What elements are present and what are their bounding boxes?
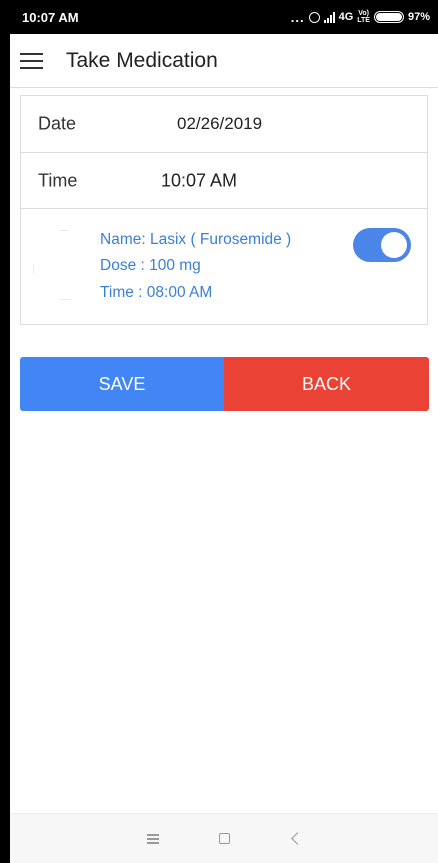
- status-icons: ... 4G Vo) LTE 97%: [291, 10, 430, 25]
- alarm-icon: [308, 11, 320, 23]
- taken-toggle[interactable]: [353, 228, 411, 262]
- back-icon[interactable]: [283, 826, 309, 852]
- battery-icon: [373, 11, 404, 23]
- time-row[interactable]: Time 10:07 AM: [21, 153, 427, 209]
- signal-icon: [323, 11, 335, 23]
- app-bar: Take Medication: [10, 34, 438, 88]
- volte-top: Vo): [358, 10, 369, 17]
- toggle-knob: [381, 232, 407, 258]
- network-type: 4G: [338, 11, 354, 23]
- battery-percent: 97%: [407, 11, 430, 23]
- phone-screen: 10:07 AM ... 4G Vo) LTE 97% Take Medicat…: [10, 0, 438, 863]
- status-time: 10:07 AM: [22, 9, 79, 25]
- back-button[interactable]: BACK: [224, 357, 429, 411]
- home-icon[interactable]: [212, 826, 238, 852]
- date-label: Date: [38, 113, 77, 134]
- time-value[interactable]: 10:07 AM: [161, 170, 237, 191]
- medication-item: Name: Lasix ( Furosemide ) Dose : 100 mg…: [21, 209, 427, 324]
- notification-dots-icon: ...: [290, 9, 305, 25]
- time-label: Time: [38, 170, 78, 190]
- status-bar: 10:07 AM ... 4G Vo) LTE 97%: [10, 0, 438, 34]
- medication-name: Name: Lasix ( Furosemide ): [100, 231, 292, 248]
- volte-icon: Vo) LTE: [357, 10, 370, 24]
- recents-icon[interactable]: [140, 826, 166, 852]
- medication-image: [33, 227, 89, 307]
- save-button[interactable]: SAVE: [20, 357, 224, 411]
- medication-dose: Dose : 100 mg: [100, 257, 201, 274]
- hamburger-menu-icon[interactable]: [20, 52, 43, 69]
- medication-card: Date 02/26/2019 Time 10:07 AM Name: Lasi…: [20, 95, 428, 325]
- date-value[interactable]: 02/26/2019: [177, 114, 262, 134]
- date-row[interactable]: Date 02/26/2019: [21, 96, 427, 153]
- medication-time: Time : 08:00 AM: [100, 284, 213, 301]
- volte-bottom: LTE: [357, 17, 370, 24]
- page-title: Take Medication: [66, 48, 218, 72]
- system-nav-bar: [10, 813, 438, 863]
